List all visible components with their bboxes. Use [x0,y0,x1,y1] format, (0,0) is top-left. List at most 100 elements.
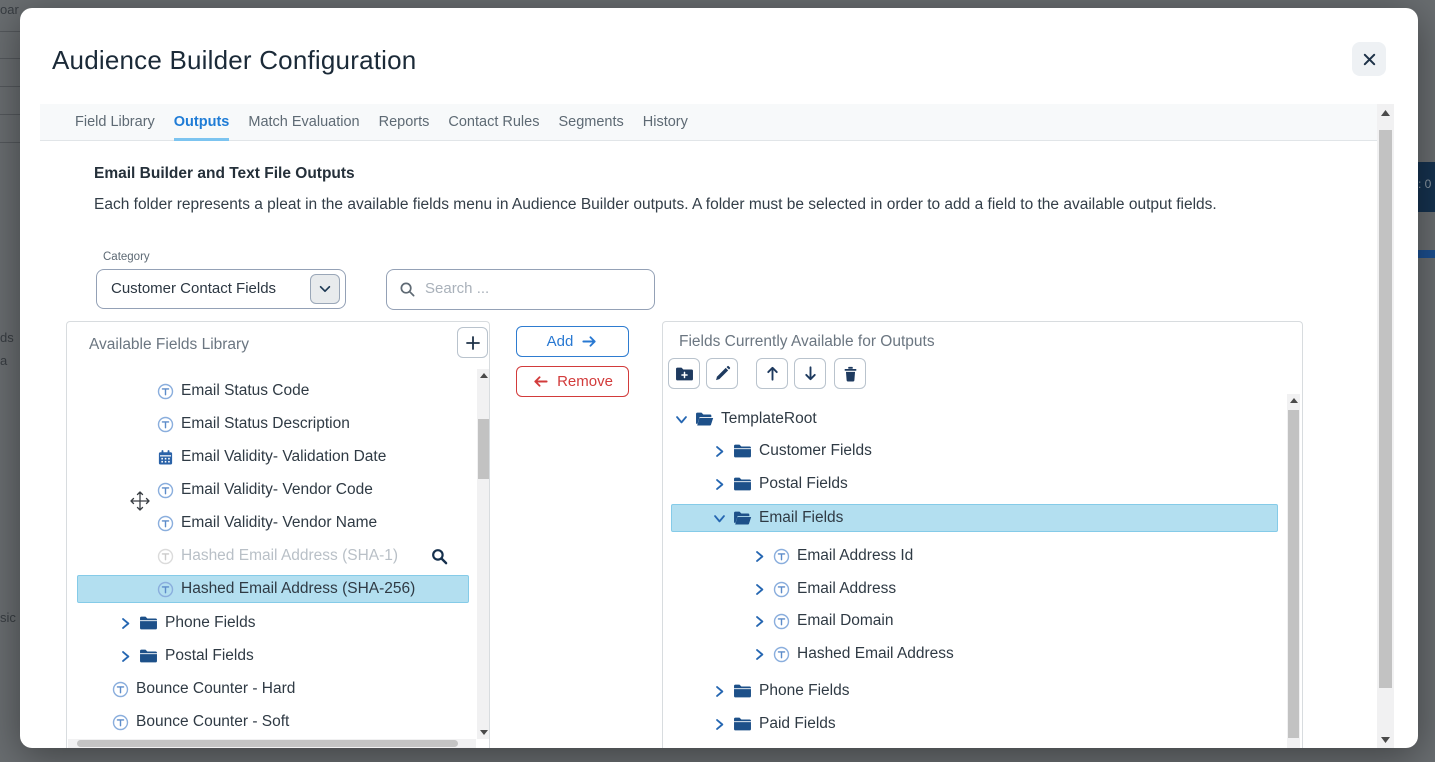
text-field-icon [773,613,790,630]
move-down-button[interactable] [794,358,826,389]
delete-button[interactable] [834,358,866,389]
scroll-up-icon[interactable] [1287,394,1300,407]
modal-vertical-scrollbar[interactable] [1377,104,1394,748]
tree-item-email-validity-validation-date[interactable]: Email Validity- Validation Date [77,443,469,471]
background-text-fragment: oar [0,2,19,17]
move-cursor-icon [129,490,151,512]
tree-item-email-validity-vendor-name[interactable]: Email Validity- Vendor Name [77,509,469,537]
background-banner: : 0 [1418,162,1435,212]
text-field-icon [157,548,174,565]
edit-button[interactable] [706,358,738,389]
tab-outputs[interactable]: Outputs [174,104,230,140]
scrollbar-thumb[interactable] [1379,130,1392,688]
left-panel-horizontal-scrollbar[interactable] [68,739,476,748]
tree-item-phone-fields[interactable]: Phone Fields [77,609,469,637]
tree-item-label: Customer Fields [759,442,872,460]
tree-item-templateroot[interactable]: TemplateRoot [671,405,1278,433]
scroll-down-icon[interactable] [477,726,490,739]
output-fields-panel: Fields Currently Available for Outputs [662,321,1303,748]
tree-item-label: Bounce Counter - Hard [136,680,295,698]
folder-open-icon [733,510,752,526]
tree-item-label: Paid Fields [759,715,836,733]
tree-item-hashed-email-address[interactable]: Hashed Email Address [671,640,1278,668]
search-icon [431,548,448,565]
text-field-icon [112,714,129,731]
tree-item-label: Email Address [797,580,896,598]
tree-item-label: Email Domain [797,612,893,630]
tree-item-phone-fields[interactable]: Phone Fields [671,677,1278,705]
calendar-icon [157,449,174,466]
plus-icon [464,334,482,352]
tab-bar: Field Library Outputs Match Evaluation R… [40,104,1377,141]
tree-item-email-domain[interactable]: Email Domain [671,607,1278,635]
tree-item-hashed-email-address-sha-256[interactable]: Hashed Email Address (SHA-256) [77,575,469,603]
tab-match-evaluation[interactable]: Match Evaluation [248,104,359,140]
tree-item-label: Email Status Description [181,415,350,433]
category-select[interactable]: Customer Contact Fields [96,269,346,309]
remove-button-label: Remove [557,373,613,390]
background-text-fragment: ds [0,330,14,345]
scroll-up-icon[interactable] [1377,106,1394,119]
tree-item-email-address-id[interactable]: Email Address Id [671,542,1278,570]
add-button[interactable]: Add [516,326,629,357]
remove-button[interactable]: Remove [516,366,629,397]
tree-item-customer-fields[interactable]: Customer Fields [671,437,1278,465]
tree-item-label: Phone Fields [165,614,255,632]
category-value: Customer Contact Fields [111,280,276,297]
section-description: Each folder represents a pleat in the av… [94,192,1322,218]
text-field-icon [157,383,174,400]
tree-item-email-fields[interactable]: Email Fields [671,504,1278,532]
move-up-button[interactable] [756,358,788,389]
tree-item-email-status-code[interactable]: Email Status Code [77,377,469,405]
close-icon [1362,52,1377,67]
chevron-right-icon[interactable] [713,685,726,698]
tree-item-label: Email Validity- Vendor Code [181,481,373,499]
background-divider [0,142,20,143]
scrollbar-thumb[interactable] [77,740,458,747]
chevron-right-icon[interactable] [119,650,132,663]
select-dropdown-button[interactable] [310,274,340,304]
page-title: Audience Builder Configuration [52,45,416,76]
tree-item-label: Hashed Email Address [797,645,954,663]
tree-item-bounce-counter-soft[interactable]: Bounce Counter - Soft [77,708,469,736]
background-text-fragment: sic [0,610,16,625]
add-field-button[interactable] [457,327,488,358]
chevron-right-icon[interactable] [119,617,132,630]
chevron-right-icon[interactable] [753,583,766,596]
tree-item-bounce-counter-hard[interactable]: Bounce Counter - Hard [77,675,469,703]
search-input[interactable]: Search ... [386,269,655,310]
scrollbar-thumb[interactable] [1288,410,1299,738]
tab-field-library[interactable]: Field Library [75,104,155,140]
tree-item-postal-fields[interactable]: Postal Fields [77,642,469,670]
scroll-up-icon[interactable] [477,369,490,382]
search-placeholder: Search ... [425,280,489,297]
scroll-down-icon[interactable] [1377,733,1394,746]
tree-item-paid-fields[interactable]: Paid Fields [671,710,1278,738]
chevron-right-icon[interactable] [753,550,766,563]
tab-reports[interactable]: Reports [379,104,430,140]
chevron-down-icon [318,282,332,296]
tab-history[interactable]: History [643,104,688,140]
tree-item-email-status-description[interactable]: Email Status Description [77,410,469,438]
tree-item-label: Email Status Code [181,382,309,400]
add-folder-button[interactable] [668,358,700,389]
background-divider [0,86,20,87]
chevron-right-icon[interactable] [713,478,726,491]
tree-item-postal-fields[interactable]: Postal Fields [671,470,1278,498]
tree-item-label: Bounce Counter - Soft [136,713,289,731]
right-panel-vertical-scrollbar[interactable] [1287,394,1300,748]
chevron-right-icon[interactable] [753,615,766,628]
chevron-down-icon[interactable] [675,413,688,426]
tab-segments[interactable]: Segments [558,104,623,140]
chevron-right-icon[interactable] [713,718,726,731]
close-button[interactable] [1352,42,1386,76]
chevron-right-icon[interactable] [713,445,726,458]
left-panel-vertical-scrollbar[interactable] [477,369,490,739]
tree-item-email-address[interactable]: Email Address [671,575,1278,603]
tree-item-label: Phone Fields [759,682,849,700]
chevron-right-icon[interactable] [753,648,766,661]
chevron-down-icon[interactable] [713,512,726,525]
tree-item-hashed-email-address-sha-1[interactable]: Hashed Email Address (SHA-1) [77,542,469,570]
scrollbar-thumb[interactable] [478,419,489,479]
tab-contact-rules[interactable]: Contact Rules [448,104,539,140]
